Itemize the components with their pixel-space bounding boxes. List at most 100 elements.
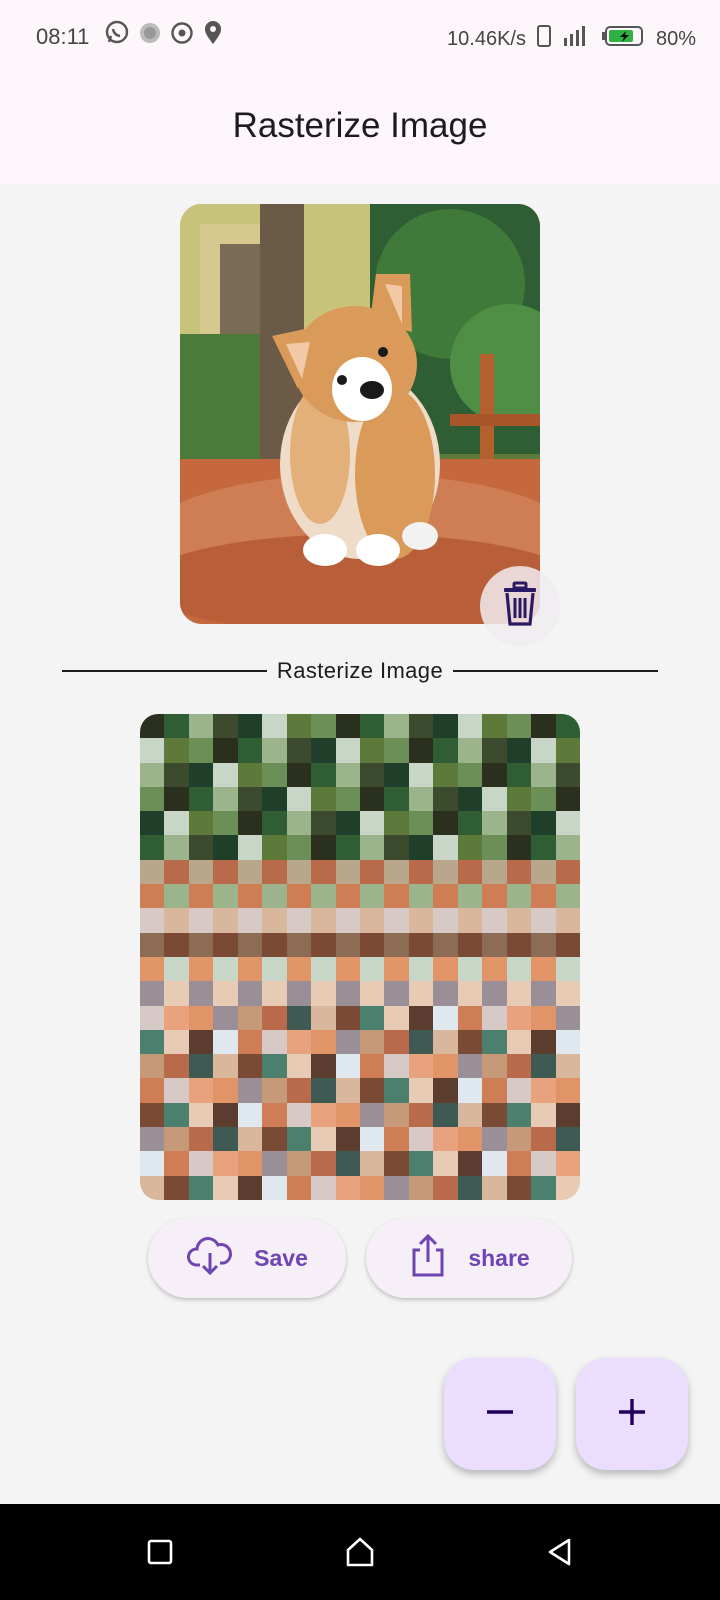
raster-cell bbox=[188, 908, 214, 933]
raster-cell bbox=[237, 811, 263, 836]
raster-cell bbox=[555, 1175, 580, 1200]
raster-cell bbox=[506, 1078, 532, 1103]
raster-cell bbox=[335, 1029, 360, 1055]
raster-cell bbox=[457, 714, 483, 739]
battery-percent: 80% bbox=[655, 27, 696, 50]
raster-cell bbox=[213, 981, 238, 1006]
original-image bbox=[180, 204, 540, 624]
raster-cell bbox=[457, 811, 483, 836]
raster-cell bbox=[213, 956, 238, 982]
raster-cell bbox=[237, 1054, 263, 1079]
raster-cell bbox=[164, 1102, 189, 1128]
raster-cell bbox=[188, 1102, 214, 1128]
raster-cell bbox=[286, 1054, 312, 1079]
raster-cell bbox=[408, 981, 434, 1006]
raster-cell bbox=[262, 1151, 287, 1176]
raster-cell bbox=[140, 1102, 165, 1128]
raster-cell bbox=[555, 1054, 580, 1079]
recents-button[interactable] bbox=[140, 1534, 180, 1574]
raster-cell bbox=[506, 1151, 532, 1176]
raster-cell bbox=[140, 859, 165, 885]
raster-cell bbox=[140, 981, 165, 1006]
raster-cell bbox=[164, 1029, 189, 1055]
raster-cell bbox=[140, 762, 165, 787]
share-label: share bbox=[468, 1244, 530, 1271]
save-button[interactable]: Save bbox=[148, 1218, 346, 1298]
raster-cell bbox=[213, 884, 238, 909]
raster-cell bbox=[164, 738, 189, 763]
raster-cell bbox=[188, 1054, 214, 1079]
raster-cell bbox=[286, 956, 312, 982]
raster-cell bbox=[433, 1078, 458, 1103]
share-button[interactable]: share bbox=[366, 1218, 572, 1298]
raster-cell bbox=[384, 1054, 409, 1079]
raster-cell bbox=[213, 1102, 238, 1128]
raster-cell bbox=[262, 1029, 287, 1055]
raster-cell bbox=[457, 1151, 483, 1176]
raster-cell bbox=[482, 1005, 507, 1030]
raster-cell bbox=[555, 762, 580, 787]
raster-cell bbox=[408, 859, 434, 885]
raster-cell bbox=[335, 1005, 360, 1030]
raster-cell bbox=[531, 956, 556, 982]
zoom-in-button[interactable] bbox=[576, 1358, 688, 1470]
back-triangle-icon bbox=[545, 1537, 575, 1572]
raster-cell bbox=[408, 1151, 434, 1176]
raster-cell bbox=[360, 762, 385, 787]
raster-cell bbox=[335, 1102, 360, 1128]
raster-cell bbox=[408, 1029, 434, 1055]
trash-icon bbox=[500, 580, 540, 633]
raster-cell bbox=[262, 835, 287, 860]
raster-cell bbox=[457, 1078, 483, 1103]
raster-cell bbox=[335, 1054, 360, 1079]
raster-cell bbox=[531, 884, 556, 909]
raster-cell bbox=[457, 1005, 483, 1030]
zoom-out-button[interactable] bbox=[444, 1358, 556, 1470]
raster-cell bbox=[311, 1175, 336, 1200]
raster-cell bbox=[262, 1054, 287, 1079]
raster-cell bbox=[360, 1175, 385, 1200]
raster-cell bbox=[286, 762, 312, 787]
raster-cell bbox=[384, 932, 409, 957]
raster-cell bbox=[213, 786, 238, 812]
raster-cell bbox=[213, 1175, 238, 1200]
raster-cell bbox=[457, 1175, 483, 1200]
raster-cell bbox=[531, 908, 556, 933]
raster-cell bbox=[286, 932, 312, 957]
raster-cell bbox=[482, 908, 507, 933]
raster-cell bbox=[335, 1078, 360, 1103]
raster-cell bbox=[140, 1127, 165, 1152]
raster-cell bbox=[213, 762, 238, 787]
raster-cell bbox=[555, 908, 580, 933]
raster-cell bbox=[286, 859, 312, 885]
raster-cell bbox=[213, 932, 238, 957]
back-button[interactable] bbox=[540, 1534, 580, 1574]
raster-cell bbox=[335, 1151, 360, 1176]
raster-cell bbox=[457, 1029, 483, 1055]
raster-cell bbox=[311, 908, 336, 933]
raster-cell bbox=[384, 786, 409, 812]
raster-cell bbox=[237, 981, 263, 1006]
save-label: Save bbox=[254, 1244, 308, 1271]
raster-cell bbox=[335, 1127, 360, 1152]
raster-cell bbox=[164, 908, 189, 933]
delete-button[interactable] bbox=[480, 566, 560, 646]
raster-cell bbox=[213, 811, 238, 836]
raster-cell bbox=[286, 738, 312, 763]
raster-cell bbox=[384, 1175, 409, 1200]
raster-cell bbox=[384, 811, 409, 836]
raster-cell bbox=[384, 738, 409, 763]
raster-cell bbox=[433, 1054, 458, 1079]
raster-cell bbox=[262, 884, 287, 909]
raster-cell bbox=[311, 981, 336, 1006]
raster-cell bbox=[262, 714, 287, 739]
raster-cell bbox=[164, 786, 189, 812]
raster-cell bbox=[360, 956, 385, 982]
raster-cell bbox=[433, 932, 458, 957]
raster-cell bbox=[555, 1005, 580, 1030]
raster-cell bbox=[531, 1127, 556, 1152]
raster-cell bbox=[140, 738, 165, 763]
home-button[interactable] bbox=[340, 1534, 380, 1574]
raster-cell bbox=[506, 835, 532, 860]
raster-cell bbox=[384, 714, 409, 739]
